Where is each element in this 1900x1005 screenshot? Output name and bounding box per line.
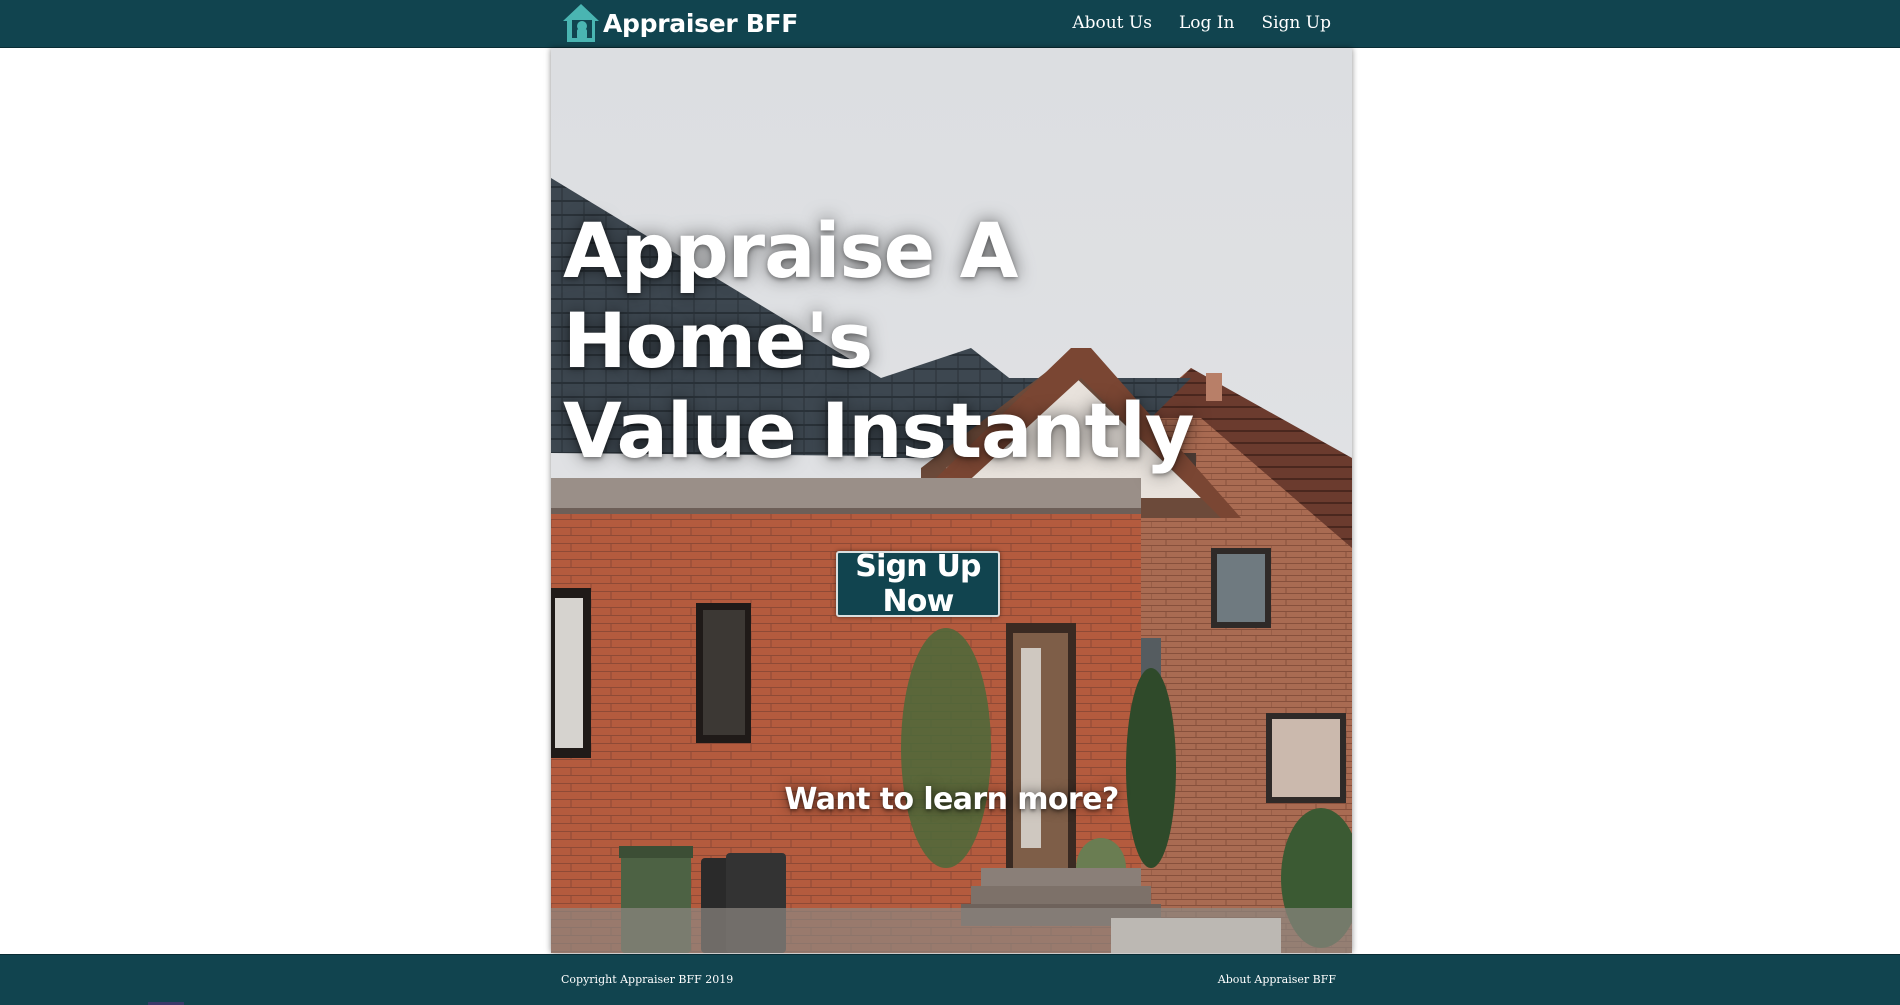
footer: Copyright Appraiser BFF 2019 About Appra… [0, 954, 1900, 1005]
nav-links: About Us Log In Sign Up [1045, 0, 1331, 46]
nav-about-us-link[interactable]: About Us [1072, 13, 1152, 33]
nav-sign-up-link[interactable]: Sign Up [1261, 13, 1331, 33]
footer-about-link[interactable]: About Appraiser BFF [1218, 973, 1336, 986]
learn-more-link[interactable]: Want to learn more? [551, 782, 1352, 817]
brand-logo[interactable]: Appraiser BFF [561, 2, 798, 44]
sign-up-now-button[interactable]: Sign Up Now [836, 549, 1000, 619]
hero-headline-line1: Appraise A Home's [563, 206, 1018, 385]
nav-log-in-link[interactable]: Log In [1179, 13, 1234, 33]
hero-headline-line2: Value Instantly [563, 386, 1194, 475]
top-navbar: Appraiser BFF About Us Log In Sign Up [0, 0, 1900, 48]
footer-copyright: Copyright Appraiser BFF 2019 [561, 973, 734, 986]
hero-background-image [551, 48, 1352, 953]
house-icon [563, 4, 599, 42]
hero-section: Appraise A Home's Value Instantly Sign U… [551, 48, 1352, 953]
brand-name[interactable]: Appraiser BFF [603, 9, 798, 38]
hero-headline: Appraise A Home's Value Instantly [563, 206, 1343, 476]
